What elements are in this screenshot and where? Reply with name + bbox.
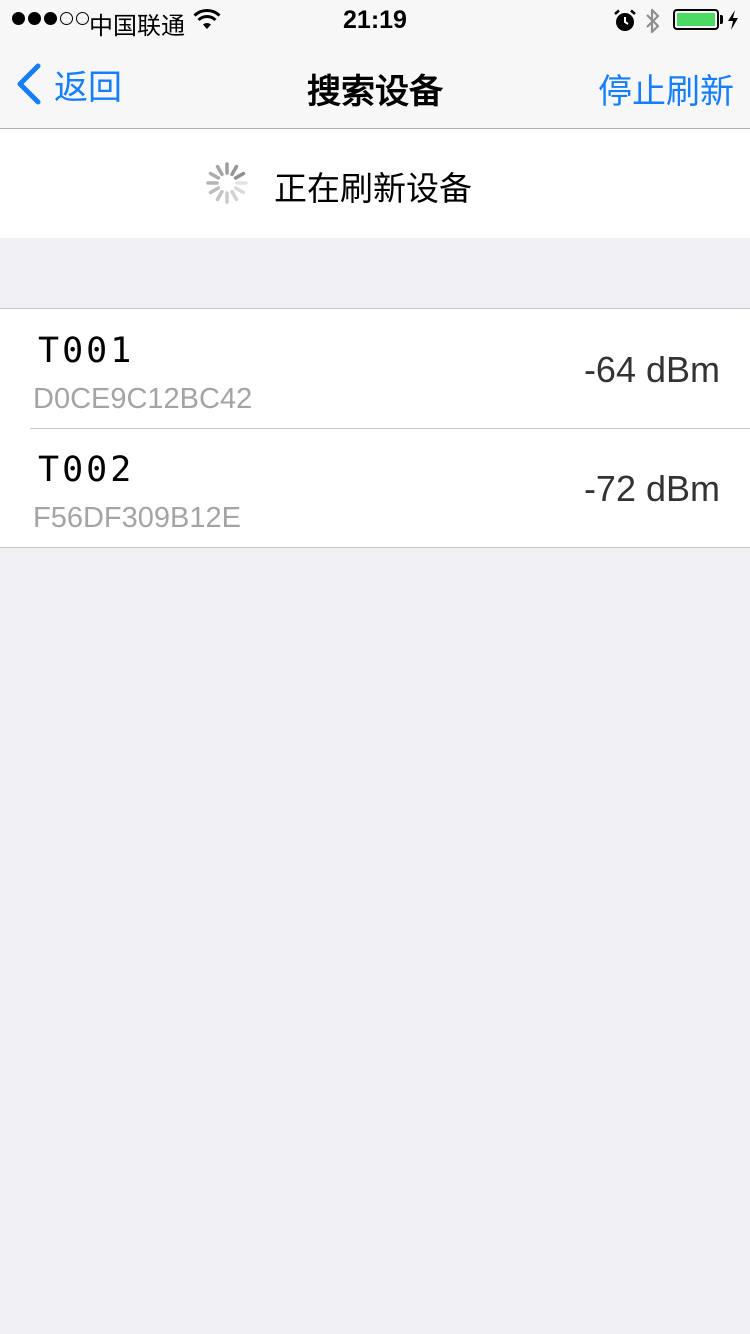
status-bar: 中国联通 21:19 bbox=[0, 0, 750, 40]
battery-tip bbox=[720, 15, 723, 24]
bluetooth-icon bbox=[646, 8, 660, 34]
stop-refresh-button[interactable]: 停止刷新 bbox=[598, 64, 734, 113]
refresh-indicator: 正在刷新设备 bbox=[0, 129, 750, 238]
device-signal-strength: -72 dBm bbox=[583, 468, 720, 509]
spinner-spoke bbox=[233, 171, 246, 180]
activity-spinner-icon bbox=[206, 162, 248, 204]
device-mac-address: D0CE9C12BC42 bbox=[33, 383, 253, 415]
navigation-bar: 返回 搜索设备 停止刷新 bbox=[0, 40, 750, 128]
device-name: T002 bbox=[38, 450, 135, 490]
battery-fill bbox=[677, 13, 715, 26]
top-bar: 中国联通 21:19 返回 搜索设备 停止刷新 bbox=[0, 0, 750, 129]
battery-icon bbox=[673, 9, 719, 30]
status-time: 21:19 bbox=[343, 6, 407, 34]
spinner-spoke bbox=[215, 164, 224, 177]
device-mac-address: F56DF309B12E bbox=[33, 502, 241, 534]
device-name: T001 bbox=[38, 331, 135, 371]
device-row[interactable]: T002 F56DF309B12E -72 dBm bbox=[0, 428, 750, 547]
device-list: T001 D0CE9C12BC42 -64 dBm T002 F56DF309B… bbox=[0, 308, 750, 548]
spinner-spoke bbox=[208, 186, 221, 195]
alarm-clock-icon bbox=[614, 9, 636, 31]
refresh-status-text: 正在刷新设备 bbox=[274, 169, 472, 208]
spinner-spoke bbox=[208, 171, 221, 180]
device-row[interactable]: T001 D0CE9C12BC42 -64 dBm bbox=[0, 309, 750, 428]
spinner-spoke bbox=[230, 164, 239, 177]
spinner-spoke bbox=[215, 189, 224, 202]
spinner-spoke bbox=[233, 186, 246, 195]
spinner-spoke bbox=[230, 189, 239, 202]
device-signal-strength: -64 dBm bbox=[583, 349, 720, 390]
charging-bolt-icon bbox=[728, 10, 738, 30]
screen: 中国联通 21:19 返回 搜索设备 停止刷新 正在刷新设备 T001 D0CE… bbox=[0, 0, 750, 1334]
